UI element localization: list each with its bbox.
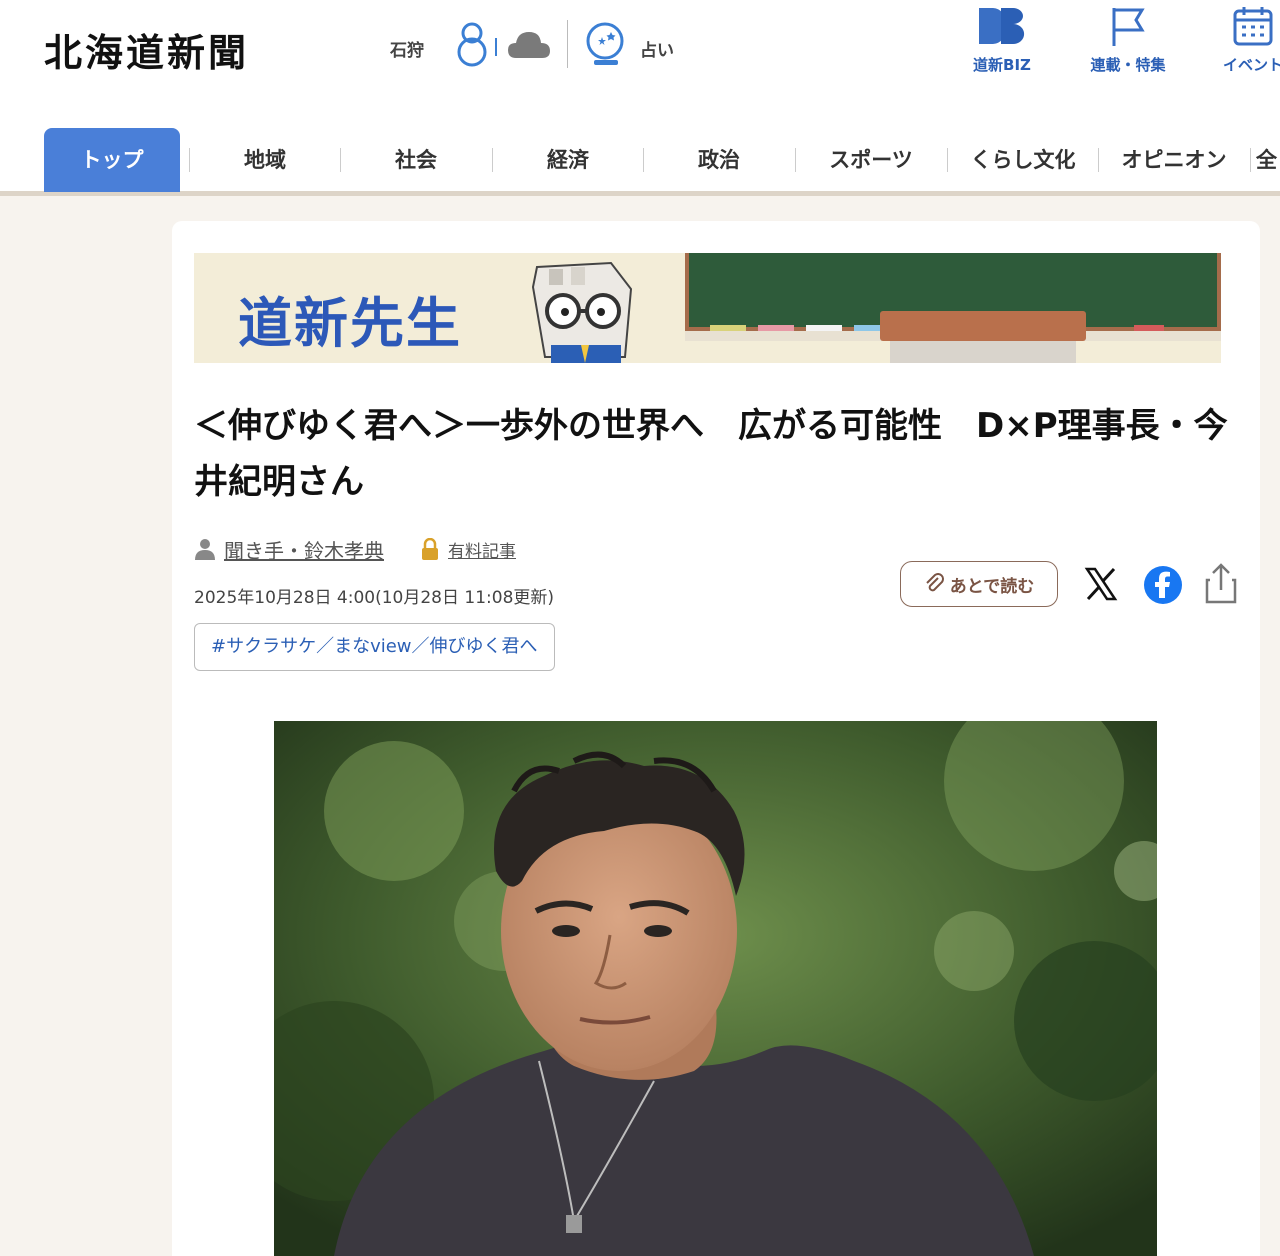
- snowman-icon[interactable]: [454, 20, 490, 68]
- teacher-mascot-icon: [531, 261, 633, 363]
- nav-item-region[interactable]: 地域: [190, 128, 340, 192]
- publish-date: 2025年10月28日 4:00(10月28日 11:08更新): [194, 588, 555, 608]
- header-link-label: 道新BIZ: [973, 56, 1031, 74]
- facebook-share-icon[interactable]: [1143, 565, 1183, 605]
- author-name[interactable]: 聞き手・鈴木孝典: [224, 535, 384, 564]
- site-logo[interactable]: 北海道新聞: [44, 22, 249, 77]
- article-title: ＜伸びゆく君へ＞一歩外の世界へ 広がる可能性 D×P理事長・今井紀明さん: [194, 406, 1228, 502]
- article-tag[interactable]: #サクラサケ／まなview／伸びゆく君へ: [194, 623, 555, 671]
- chalk: [710, 325, 746, 331]
- nav-divider: [1250, 148, 1251, 172]
- cloud-icon: [508, 32, 550, 58]
- nav-item-economy[interactable]: 経済: [493, 128, 643, 192]
- header-divider: [567, 20, 568, 68]
- share-icon[interactable]: [1204, 562, 1238, 604]
- person-icon: [195, 539, 215, 560]
- read-later-button[interactable]: あとで読む: [900, 561, 1058, 607]
- header-link-label: 連載・特集: [1090, 56, 1166, 74]
- nav-item-society[interactable]: 社会: [341, 128, 491, 192]
- paperclip-icon: [926, 573, 944, 592]
- dosin-sensei-banner[interactable]: 道新先生: [194, 253, 1221, 363]
- fortune-ball-icon[interactable]: [584, 20, 630, 68]
- byline: 聞き手・鈴木孝典 有料記事: [194, 534, 516, 564]
- article-photo: [274, 721, 1157, 1256]
- flag-icon: [1112, 8, 1145, 46]
- read-later-label: あとで読む: [949, 576, 1035, 597]
- calendar-icon: [1233, 7, 1273, 46]
- portrait-image: [274, 721, 1157, 1256]
- header-link-series[interactable]: 連載・特集: [1073, 4, 1183, 75]
- header-link-label: イベント: [1222, 56, 1280, 74]
- chalk: [806, 325, 842, 331]
- weather-city[interactable]: 石狩: [390, 36, 424, 61]
- banner-title: 道新先生: [238, 292, 462, 355]
- chalk: [1134, 325, 1164, 331]
- nav-item-opinion[interactable]: オピニオン: [1099, 128, 1249, 192]
- weather-separator: [495, 38, 497, 56]
- site-header: 北海道新聞 石狩 占い 道新BIZ 連載・特集 イベント: [0, 0, 1280, 128]
- fortune-label[interactable]: 占い: [640, 36, 674, 61]
- header-link-events[interactable]: イベント: [1198, 4, 1280, 75]
- teacher-desk: [880, 311, 1086, 341]
- teacher-desk-base: [890, 341, 1076, 363]
- x-share-icon[interactable]: [1084, 566, 1118, 602]
- nav-item-top[interactable]: トップ: [44, 128, 180, 192]
- nav-item-sports[interactable]: スポーツ: [796, 128, 946, 192]
- chalk: [758, 325, 794, 331]
- nav-item-all[interactable]: 全: [1256, 128, 1280, 192]
- paid-article-badge[interactable]: 有料記事: [448, 537, 516, 562]
- category-nav: トップ 地域 社会 経済 政治 スポーツ くらし文化 オピニオン 全: [0, 128, 1280, 196]
- nav-item-politics[interactable]: 政治: [644, 128, 794, 192]
- nav-item-culture[interactable]: くらし文化: [948, 128, 1098, 192]
- db-logo-icon: [979, 8, 1025, 44]
- header-link-dosin-biz[interactable]: 道新BIZ: [947, 4, 1057, 75]
- lock-icon: [422, 538, 438, 560]
